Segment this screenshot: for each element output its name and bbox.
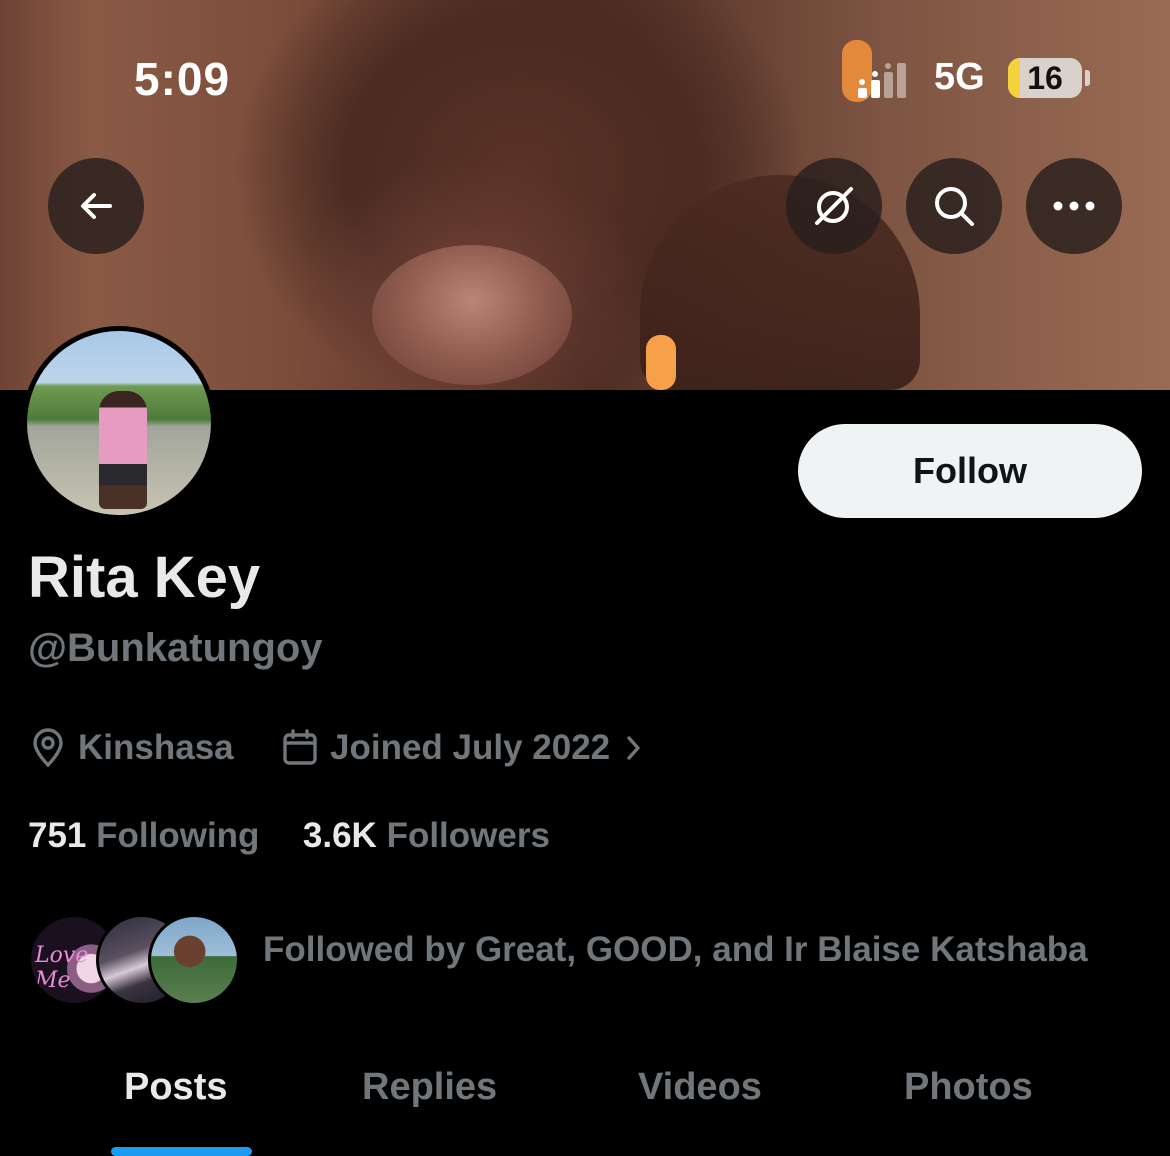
grok-slash-circle-icon: [815, 187, 853, 225]
cellular-signal-icon: [858, 63, 906, 98]
tab-posts[interactable]: Posts: [124, 1066, 227, 1109]
username-handle: @Bunkatungoy: [28, 626, 323, 670]
display-name: Rita Key: [28, 545, 261, 610]
tab-replies[interactable]: Replies: [362, 1066, 497, 1109]
banner-detail: [372, 245, 572, 385]
followers-count: 3.6K: [302, 816, 377, 855]
active-tab-indicator: [111, 1147, 252, 1156]
calendar-icon: [283, 729, 317, 765]
follower-avatar[interactable]: [148, 914, 240, 1006]
more-button[interactable]: [1026, 158, 1122, 254]
banner-detail: [646, 335, 676, 390]
followers-link[interactable]: 3.6K Followers: [303, 816, 550, 855]
tab-photos[interactable]: Photos: [904, 1066, 1033, 1109]
network-type: 5G: [934, 56, 985, 98]
back-button[interactable]: [48, 158, 144, 254]
search-button[interactable]: [906, 158, 1002, 254]
follow-button[interactable]: Follow: [798, 424, 1142, 518]
battery-percent: 16: [1027, 60, 1063, 96]
grok-button[interactable]: [786, 158, 882, 254]
avatar-person: [99, 391, 147, 509]
followed-by-text[interactable]: Followed by Great, GOOD, and Ir Blaise K…: [263, 930, 1088, 970]
status-time: 5:09: [134, 53, 231, 105]
joined-item[interactable]: Joined July 2022: [282, 728, 644, 768]
profile-avatar[interactable]: [22, 326, 216, 520]
chevron-right-icon: [627, 736, 640, 760]
joined-text: Joined July 2022: [330, 728, 611, 767]
location-item: Kinshasa: [30, 728, 234, 768]
tab-videos[interactable]: Videos: [638, 1066, 762, 1109]
arrow-left-icon: [81, 193, 112, 219]
following-label: Following: [96, 816, 260, 855]
following-link[interactable]: 751 Following: [28, 816, 259, 855]
followers-label: Followers: [386, 816, 550, 855]
follow-stats: 751 Following 3.6K Followers: [28, 816, 550, 856]
search-icon: [935, 187, 974, 226]
following-count: 751: [28, 816, 87, 855]
battery-tip: [1085, 70, 1090, 86]
location-pin-icon: [33, 728, 63, 768]
battery-icon: 16: [1008, 58, 1082, 98]
more-horizontal-icon: [1053, 201, 1095, 211]
location-text: Kinshasa: [78, 728, 234, 767]
